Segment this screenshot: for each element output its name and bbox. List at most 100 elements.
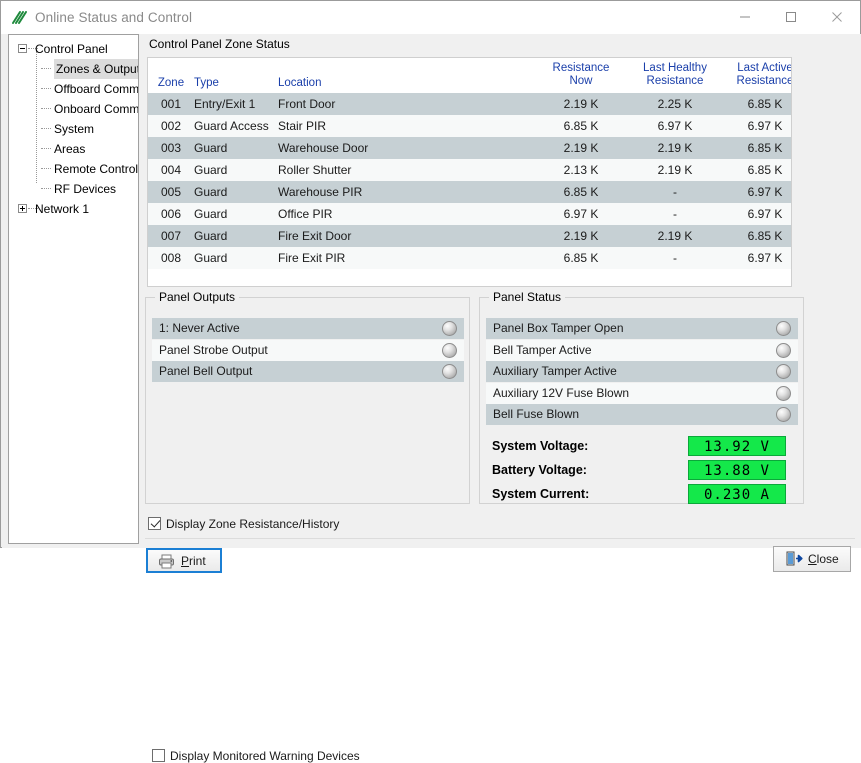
sidebar-item-onboard-comms[interactable]: Onboard Comms	[9, 99, 138, 119]
cell-res-now: 6.85 K	[538, 115, 624, 137]
expand-icon[interactable]	[18, 204, 27, 213]
tree-connector	[41, 128, 51, 130]
table-row[interactable]: 004GuardRoller Shutter2.13 K2.19 K6.85 K…	[148, 159, 791, 181]
column-header-last-healthy[interactable]: Last HealthyResistance	[628, 62, 722, 88]
led-indicator-icon	[776, 407, 791, 422]
navigation-tree[interactable]: Control PanelZones & OutputsOffboard Com…	[8, 34, 139, 544]
column-header-zone[interactable]: Zone	[154, 77, 188, 90]
sidebar-item-label: Areas	[54, 139, 85, 159]
sidebar-item-remote-control[interactable]: Remote Control	[9, 159, 138, 179]
tree-connector	[41, 188, 51, 190]
panel-output-row[interactable]: 1: Never Active	[152, 318, 464, 339]
column-header-location[interactable]: Location	[278, 77, 458, 90]
display-zone-resistance-history-checkbox[interactable]: Display Zone Resistance/History	[148, 517, 339, 531]
cell-zone: 004	[154, 159, 188, 181]
led-indicator-icon	[776, 364, 791, 379]
tree-connector	[41, 148, 51, 150]
panel-output-row[interactable]: Panel Strobe Output	[152, 340, 464, 361]
collapse-icon[interactable]	[18, 44, 27, 53]
table-row[interactable]: 005GuardWarehouse PIR6.85 K-6.97 KYester…	[148, 181, 791, 203]
cell-last-active: 6.85 K	[720, 159, 792, 181]
checkbox-box-warning[interactable]	[152, 749, 165, 762]
sidebar-item-label: Onboard Comms	[54, 99, 139, 119]
cell-last-healthy: 2.19 K	[628, 225, 722, 247]
panel-status-row[interactable]: Auxiliary Tamper Active	[486, 361, 798, 382]
close-label-rest: lose	[817, 552, 839, 566]
sidebar-item-offboard-comms[interactable]: Offboard Comms	[9, 79, 138, 99]
table-row[interactable]: 006GuardOffice PIR6.97 K-6.97 KYesterday	[148, 203, 791, 225]
tree-connector	[41, 88, 51, 90]
close-window-button[interactable]	[814, 1, 860, 33]
sidebar-item-label: System	[54, 119, 94, 139]
print-button[interactable]: Print	[146, 548, 222, 573]
table-row[interactable]: 008GuardFire Exit PIR6.85 K-6.97 KYester…	[148, 247, 791, 269]
zone-table-header: ZoneTypeLocationResistanceNowLast Health…	[148, 58, 791, 93]
cell-zone: 002	[154, 115, 188, 137]
sidebar-item-control-panel[interactable]: Control Panel	[9, 39, 138, 59]
panel-output-row[interactable]: Panel Bell Output	[152, 361, 464, 382]
panel-status-group: Panel Status Panel Box Tamper OpenBell T…	[479, 297, 804, 504]
zone-status-table[interactable]: ZoneTypeLocationResistanceNowLast Health…	[147, 57, 792, 287]
printer-icon	[158, 554, 175, 572]
cell-zone: 008	[154, 247, 188, 269]
cell-res-now: 6.85 K	[538, 247, 624, 269]
display-monitored-warning-devices-checkbox[interactable]: Display Monitored Warning Devices	[152, 749, 360, 763]
sidebar-item-network-1[interactable]: Network 1	[9, 199, 138, 219]
led-indicator-icon	[776, 321, 791, 336]
cell-res-now: 6.85 K	[538, 181, 624, 203]
panel-output-label: Panel Bell Output	[159, 364, 252, 378]
led-indicator-icon	[442, 364, 457, 379]
sidebar-item-areas[interactable]: Areas	[9, 139, 138, 159]
cell-location: Roller Shutter	[278, 159, 458, 181]
sidebar-item-label: RF Devices	[54, 179, 116, 199]
sidebar-item-label: Offboard Comms	[54, 79, 139, 99]
cell-last-healthy: 6.97 K	[628, 115, 722, 137]
table-row[interactable]: 007GuardFire Exit Door2.19 K2.19 K6.85 K…	[148, 225, 791, 247]
cell-last-healthy: -	[628, 247, 722, 269]
checkbox-label-warning: Display Monitored Warning Devices	[170, 749, 360, 763]
panel-status-row[interactable]: Panel Box Tamper Open	[486, 318, 798, 339]
cell-location: Warehouse PIR	[278, 181, 458, 203]
sidebar-item-zones-outputs[interactable]: Zones & Outputs	[9, 59, 138, 79]
table-row[interactable]: 002Guard AccessStair PIR6.85 K6.97 K6.97…	[148, 115, 791, 137]
cell-location: Warehouse Door	[278, 137, 458, 159]
cell-last-active: 6.85 K	[720, 137, 792, 159]
table-row[interactable]: 001Entry/Exit 1Front Door2.19 K2.25 K6.8…	[148, 93, 791, 115]
cell-last-active: 6.85 K	[720, 225, 792, 247]
readout-value: 13.92 V	[688, 436, 786, 456]
readout-label: System Voltage:	[492, 439, 588, 453]
table-row[interactable]: 003GuardWarehouse Door2.19 K2.19 K6.85 K…	[148, 137, 791, 159]
cell-zone: 006	[154, 203, 188, 225]
cell-res-now: 6.97 K	[538, 203, 624, 225]
sidebar-item-system[interactable]: System	[9, 119, 138, 139]
column-header-res-now[interactable]: ResistanceNow	[538, 62, 624, 88]
zone-table-body: 001Entry/Exit 1Front Door2.19 K2.25 K6.8…	[148, 93, 791, 269]
content-area: Control PanelZones & OutputsOffboard Com…	[2, 34, 861, 548]
checkbox-label-history: Display Zone Resistance/History	[166, 517, 339, 531]
led-indicator-icon	[776, 343, 791, 358]
column-header-line: Last Active	[720, 62, 792, 75]
sidebar-item-label: Control Panel	[35, 39, 108, 59]
cell-res-now: 2.19 K	[538, 93, 624, 115]
maximize-button[interactable]	[768, 1, 814, 33]
cell-zone: 003	[154, 137, 188, 159]
column-header-line: Now	[538, 75, 624, 88]
app-logo-icon	[11, 9, 29, 27]
cell-location: Front Door	[278, 93, 458, 115]
panel-status-row[interactable]: Auxiliary 12V Fuse Blown	[486, 383, 798, 404]
maximize-icon	[785, 11, 797, 23]
minimize-icon	[739, 11, 751, 23]
sidebar-item-rf-devices[interactable]: RF Devices	[9, 179, 138, 199]
checkbox-box-history[interactable]	[148, 517, 161, 530]
zone-status-group: Control Panel Zone Status ZoneTypeLocati…	[145, 37, 794, 287]
close-dialog-button[interactable]: Close	[773, 546, 851, 572]
panel-status-label: Auxiliary Tamper Active	[493, 364, 617, 378]
column-header-line: Resistance	[538, 62, 624, 75]
minimize-button[interactable]	[722, 1, 768, 33]
zone-status-title: Control Panel Zone Status	[149, 37, 290, 51]
column-header-last-active[interactable]: Last ActiveResistance	[720, 62, 792, 88]
cell-last-active: 6.97 K	[720, 203, 792, 225]
panel-outputs-group: Panel Outputs 1: Never ActivePanel Strob…	[145, 297, 470, 504]
panel-status-row[interactable]: Bell Fuse Blown	[486, 404, 798, 425]
panel-status-row[interactable]: Bell Tamper Active	[486, 340, 798, 361]
